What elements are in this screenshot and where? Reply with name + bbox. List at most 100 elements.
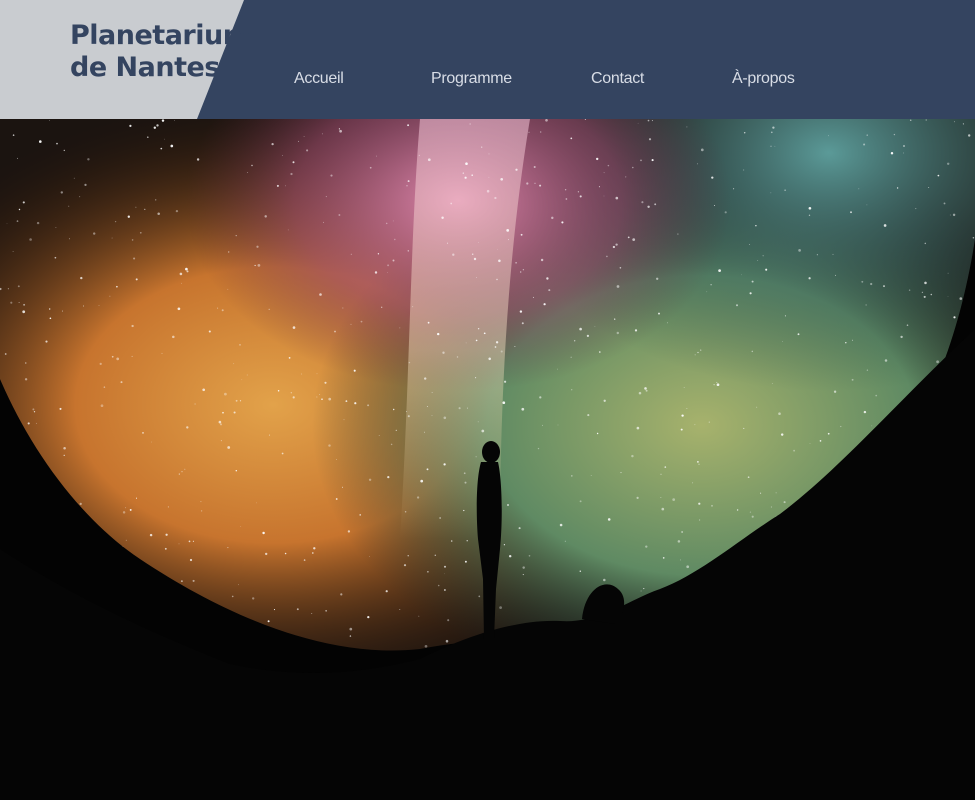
star xyxy=(596,157,599,161)
star xyxy=(79,502,82,506)
star xyxy=(6,223,8,225)
star xyxy=(186,270,189,273)
star xyxy=(251,164,253,167)
star xyxy=(683,387,685,389)
star xyxy=(59,407,62,410)
star xyxy=(871,425,873,427)
star xyxy=(548,289,551,292)
star xyxy=(697,351,699,354)
star xyxy=(256,502,257,504)
star xyxy=(699,519,701,521)
star xyxy=(696,460,699,463)
star xyxy=(620,472,622,474)
star xyxy=(590,475,592,476)
star xyxy=(175,209,179,213)
star xyxy=(463,509,465,512)
star xyxy=(194,403,196,405)
star xyxy=(116,285,118,288)
star xyxy=(281,452,284,455)
star xyxy=(710,284,712,286)
star xyxy=(153,126,156,129)
star xyxy=(4,353,7,355)
star xyxy=(281,155,283,156)
star xyxy=(866,134,868,136)
star xyxy=(300,373,303,375)
star xyxy=(170,144,174,148)
star xyxy=(861,280,864,283)
star xyxy=(660,473,662,475)
star xyxy=(378,434,380,436)
star xyxy=(570,137,573,140)
star xyxy=(49,308,51,310)
star xyxy=(686,126,688,128)
star xyxy=(284,552,287,555)
star xyxy=(667,322,668,324)
star xyxy=(231,595,234,598)
star xyxy=(780,433,784,436)
star xyxy=(559,523,563,527)
star xyxy=(227,251,230,253)
star xyxy=(321,133,323,135)
star xyxy=(313,547,316,550)
star xyxy=(233,411,236,414)
star xyxy=(520,271,522,273)
star xyxy=(407,250,410,252)
star xyxy=(500,350,503,353)
star xyxy=(462,172,464,174)
star xyxy=(287,229,289,231)
star xyxy=(760,492,762,494)
star xyxy=(477,328,480,330)
star xyxy=(625,176,627,178)
star xyxy=(502,401,506,405)
star xyxy=(80,276,83,280)
star xyxy=(672,498,676,501)
star xyxy=(339,129,342,133)
star xyxy=(179,272,183,276)
star xyxy=(772,126,775,129)
star xyxy=(471,253,474,256)
star xyxy=(921,291,924,293)
star xyxy=(816,254,818,256)
star xyxy=(392,220,394,222)
star xyxy=(475,456,477,458)
star xyxy=(334,330,336,333)
star xyxy=(290,392,292,394)
star xyxy=(464,176,467,179)
star xyxy=(288,357,291,359)
star xyxy=(367,615,370,619)
star xyxy=(500,177,504,181)
star xyxy=(808,214,811,216)
star xyxy=(465,342,467,344)
nav-link-a-propos[interactable]: À-propos xyxy=(732,70,795,88)
star xyxy=(584,119,586,120)
star xyxy=(125,539,127,541)
nav-link-accueil[interactable]: Accueil xyxy=(294,70,344,88)
star xyxy=(403,564,407,567)
star xyxy=(54,256,57,259)
nav-link-contact[interactable]: Contact xyxy=(591,70,644,88)
star xyxy=(424,377,427,380)
star xyxy=(192,540,194,542)
star xyxy=(507,504,509,506)
star xyxy=(359,514,361,516)
star xyxy=(632,238,636,241)
star xyxy=(645,545,648,548)
star xyxy=(181,471,183,473)
star xyxy=(840,425,842,428)
logo-line-1: Planetarium xyxy=(70,20,251,51)
star xyxy=(431,392,433,393)
star xyxy=(751,350,754,353)
star xyxy=(782,341,783,342)
star xyxy=(819,440,822,442)
star xyxy=(903,145,905,147)
star xyxy=(127,215,130,218)
star xyxy=(122,511,126,514)
star xyxy=(561,221,564,224)
star xyxy=(645,389,648,392)
star xyxy=(16,220,19,222)
star xyxy=(17,157,18,159)
star xyxy=(87,158,90,161)
star xyxy=(574,340,576,342)
star xyxy=(60,191,64,194)
nav-link-programme[interactable]: Programme xyxy=(431,70,512,88)
